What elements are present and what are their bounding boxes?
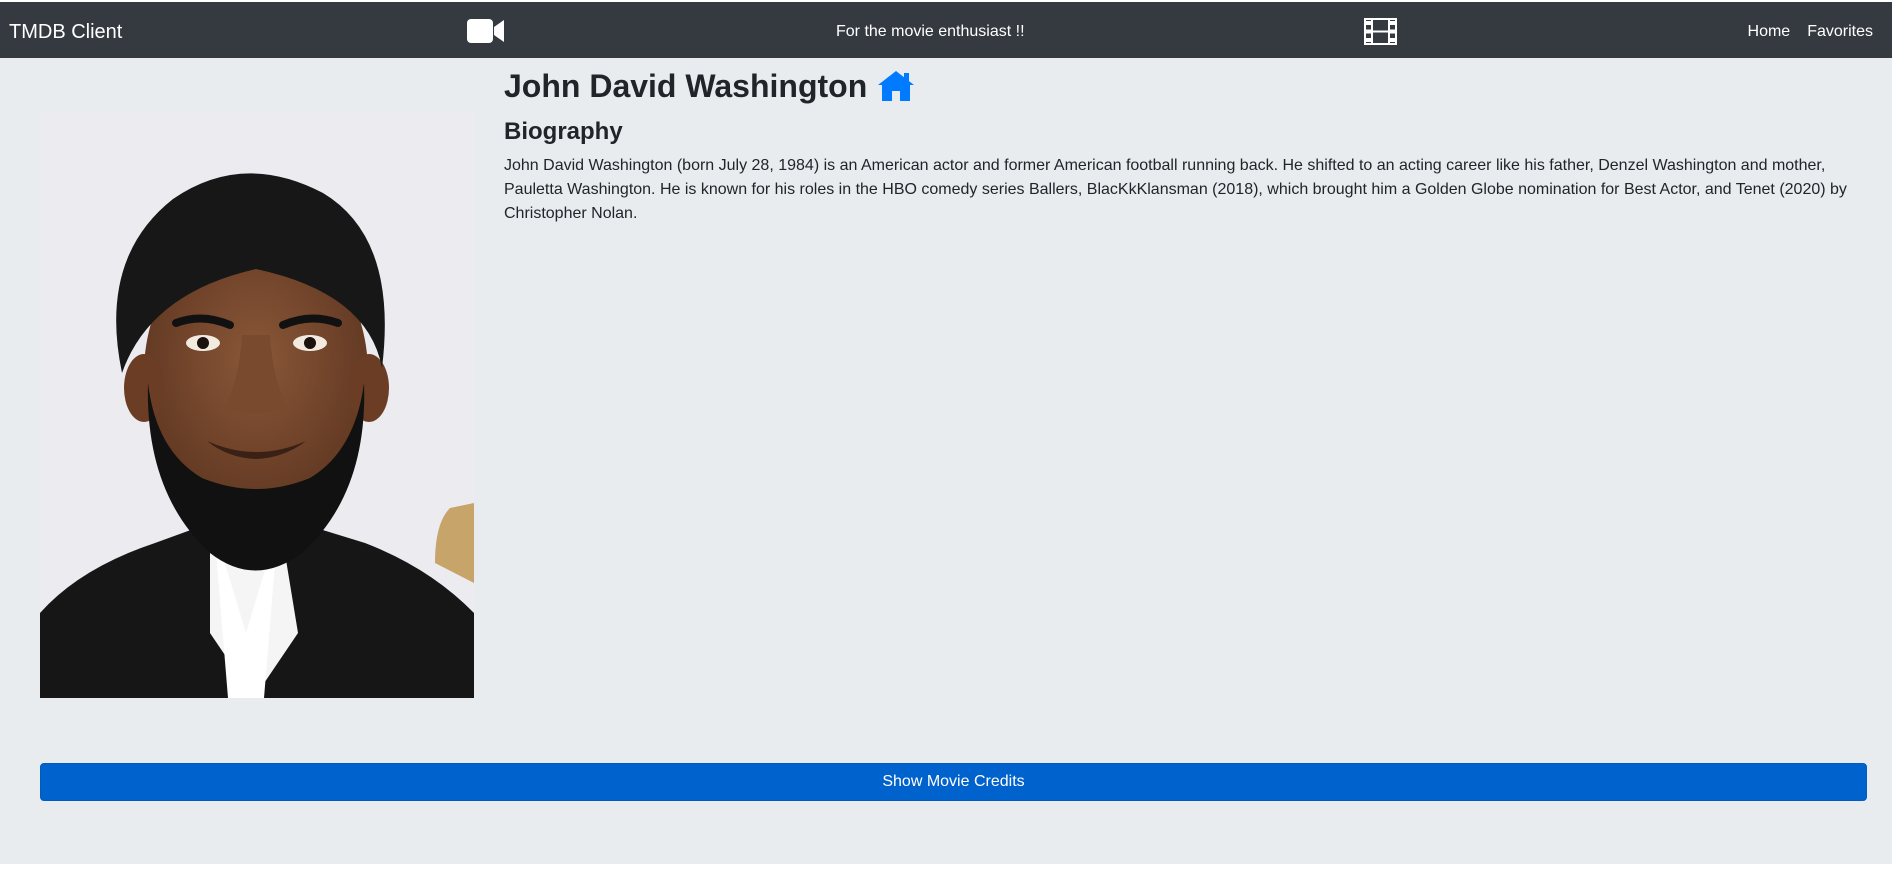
show-movie-credits-button[interactable]: Show Movie Credits xyxy=(40,763,1867,801)
brand-link[interactable]: TMDB Client xyxy=(9,20,122,44)
navbar-tagline: For the movie enthusiast !! xyxy=(836,23,1025,40)
nav-links: Home Favorites xyxy=(1748,22,1873,42)
person-header: John David Washington xyxy=(504,66,915,106)
nav-link-home[interactable]: Home xyxy=(1748,22,1791,42)
person-portrait-image xyxy=(40,113,474,698)
home-icon[interactable] xyxy=(877,70,915,102)
video-camera-icon xyxy=(467,19,504,43)
biography-heading: Biography xyxy=(504,118,623,145)
nav-link-favorites[interactable]: Favorites xyxy=(1807,22,1873,42)
film-icon xyxy=(1364,18,1397,45)
person-name: John David Washington xyxy=(504,68,868,104)
top-navbar: TMDB Client For the movie enthusiast !! … xyxy=(0,2,1892,58)
biography-text: John David Washington (born July 28, 198… xyxy=(504,157,1847,222)
person-photo xyxy=(40,113,474,698)
person-details: John David Washington Biography John Dav… xyxy=(0,58,1892,864)
